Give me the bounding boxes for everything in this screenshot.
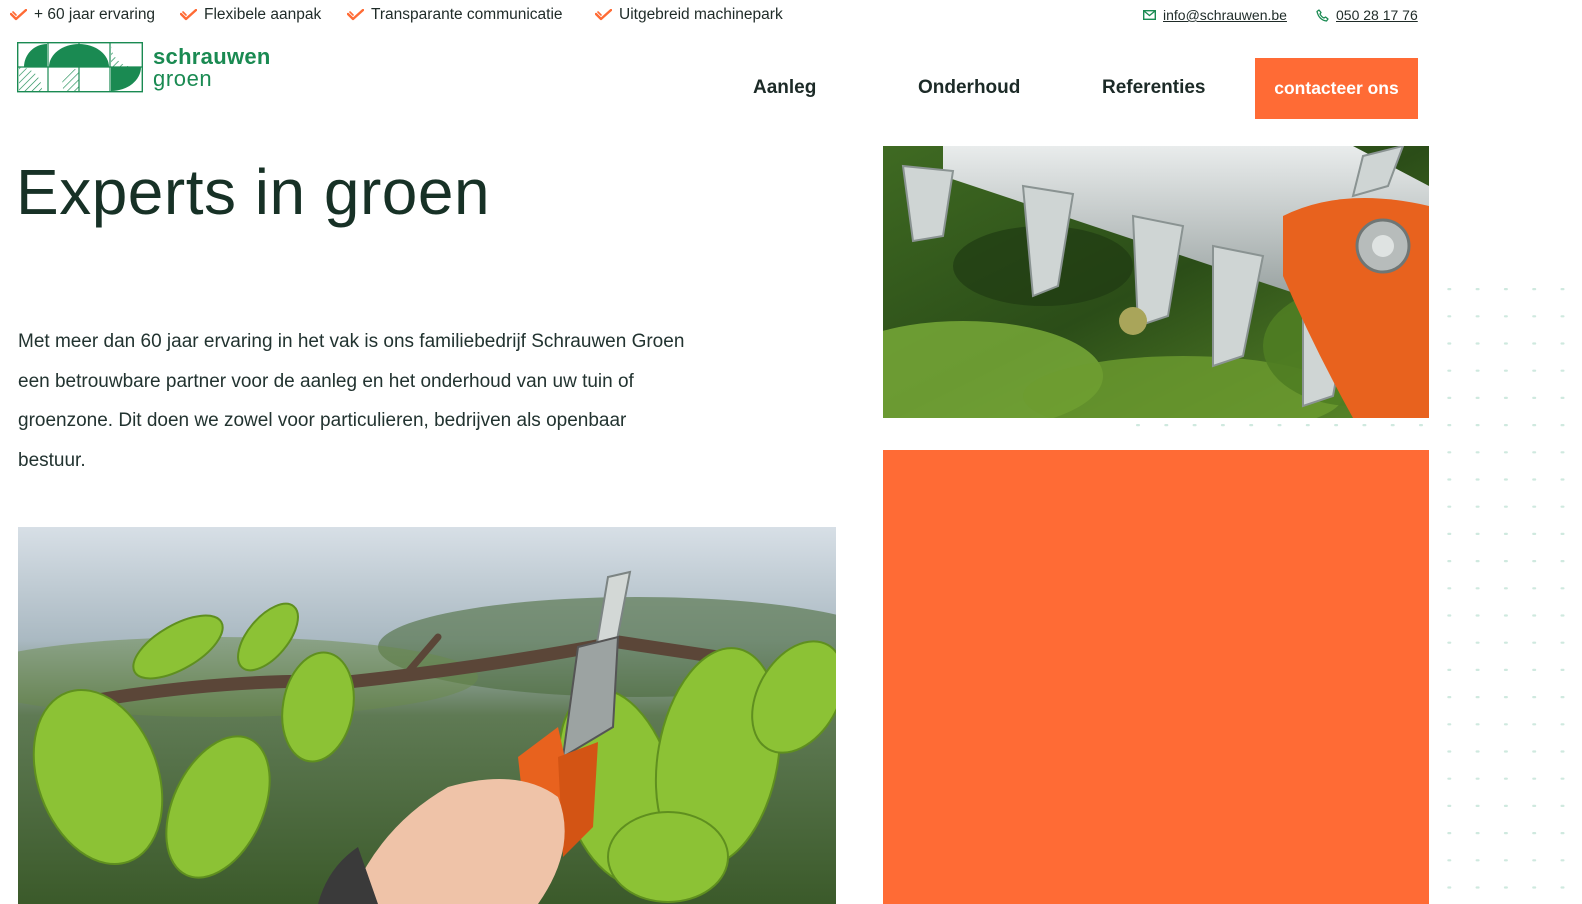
email-text[interactable]: info@schrauwen.be — [1163, 7, 1287, 23]
email-link[interactable]: info@schrauwen.be — [1143, 5, 1287, 25]
pruning-shears-image — [18, 527, 836, 904]
usp-label: Uitgebreid machinepark — [619, 6, 783, 23]
check-icon — [595, 9, 612, 21]
intro-paragraph: Met meer dan 60 jaar ervaring in het vak… — [18, 331, 685, 471]
usp-item: Uitgebreid machinepark — [595, 5, 783, 25]
nav-item-aanleg[interactable]: Aanleg — [753, 77, 816, 99]
logo[interactable]: schrauwen groen — [16, 41, 282, 94]
usp-item: Flexibele aanpak — [180, 5, 321, 25]
usp-label: + 60 jaar ervaring — [34, 6, 156, 23]
phone-icon — [1316, 8, 1329, 22]
check-icon — [10, 9, 27, 21]
accent-block — [883, 450, 1429, 904]
logo-text: schrauwen groen — [153, 46, 271, 90]
nav-item-onderhoud[interactable]: Onderhoud — [918, 77, 1020, 99]
phone-link[interactable]: 050 28 17 76 — [1316, 5, 1418, 25]
usp-label: Transparante communicatie — [371, 6, 563, 23]
check-icon — [180, 9, 197, 21]
logo-line-2: groen — [153, 66, 213, 91]
usp-label: Flexibele aanpak — [204, 6, 322, 23]
top-bar: + 60 jaar ervaring Flexibele aanpak Tran… — [0, 0, 1582, 30]
hedge-trimmer-image — [883, 146, 1429, 418]
contact-button[interactable]: contacteer ons — [1255, 58, 1418, 119]
nav-item-referenties[interactable]: Referenties — [1102, 77, 1206, 99]
usp-item: Transparante communicatie — [347, 5, 563, 25]
usp-item: + 60 jaar ervaring — [10, 5, 155, 25]
logo-mark — [16, 41, 143, 93]
page-title: Experts in groen — [16, 156, 491, 228]
check-icon — [347, 9, 364, 21]
phone-text[interactable]: 050 28 17 76 — [1336, 7, 1418, 23]
logo-line-1: schrauwen — [153, 44, 271, 69]
mail-icon — [1143, 10, 1156, 20]
